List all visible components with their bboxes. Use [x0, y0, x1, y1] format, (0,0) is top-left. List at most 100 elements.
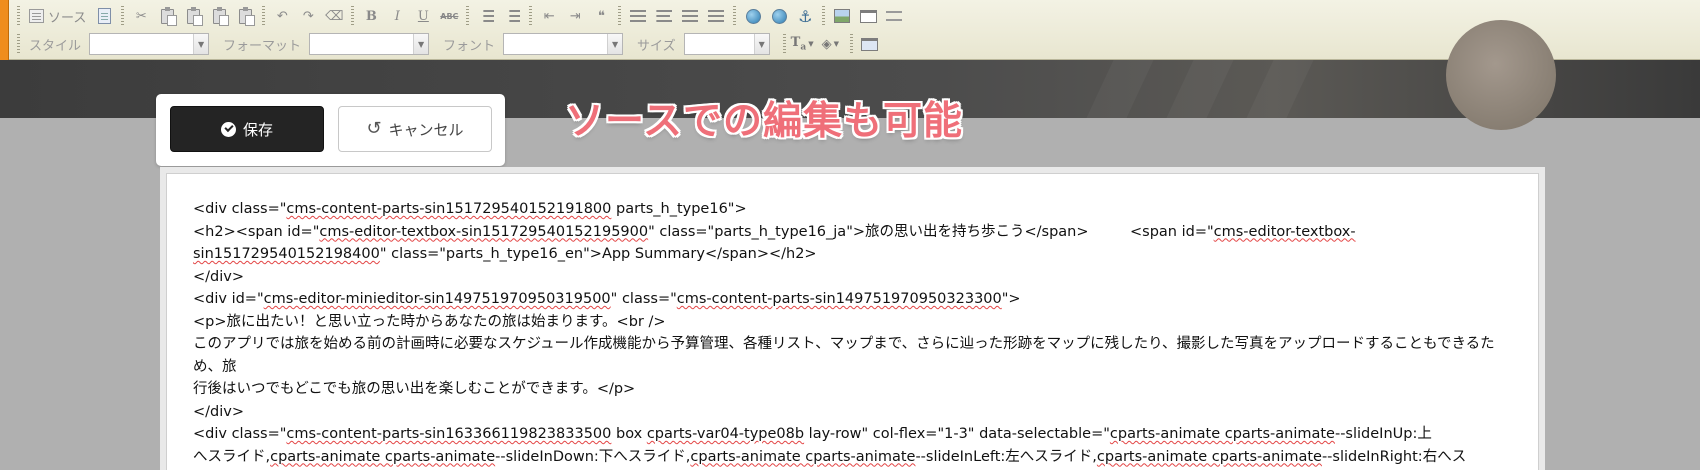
align-right-button[interactable]	[678, 5, 702, 27]
underline-icon: U	[417, 8, 429, 24]
code-text: へスライド,	[193, 448, 271, 465]
outdent-button[interactable]: ⇤	[537, 5, 561, 27]
toolbar-grip[interactable]	[121, 6, 125, 26]
toolbar-grip[interactable]	[17, 34, 20, 54]
code-text: このアプリでは旅を始める前の計画時に必要なスケジュール作成機能から予算管理、各種…	[193, 336, 1495, 375]
show-blocks-button[interactable]	[858, 33, 882, 55]
redo-button[interactable]: ↷	[296, 5, 320, 27]
spellcheck-word: cms-content-parts-sin149751970950323300	[676, 291, 1002, 307]
code-text: <div class="	[193, 426, 287, 442]
image-icon	[834, 9, 851, 23]
code-text: --slideInRight:右へス	[1321, 448, 1467, 465]
paste-word-icon	[238, 6, 255, 26]
toolbar-grip[interactable]	[782, 34, 786, 54]
numbered-list-button[interactable]	[474, 5, 498, 27]
code-text: 行後はいつでもどこでも旅の思い出を楽しむことができます。</p>	[193, 381, 636, 397]
toolbar-grip[interactable]	[17, 6, 20, 26]
toolbar-grip[interactable]	[849, 34, 853, 54]
undo-arrow-icon: ↺	[366, 118, 382, 139]
toolbar-grip[interactable]	[351, 6, 355, 26]
banner-decoration	[1086, 60, 1154, 118]
paste-text-button[interactable]	[207, 5, 231, 27]
banner-decoration	[1166, 60, 1234, 118]
font-select[interactable]: ▼	[503, 33, 624, 55]
font-label: フォント	[443, 38, 496, 54]
cancel-button[interactable]: ↺ キャンセル	[338, 106, 492, 152]
source-editor-frame: <div class="cms-content-parts-sin1517295…	[160, 167, 1545, 470]
source-icon	[29, 9, 44, 23]
chevron-down-icon[interactable]: ▼	[607, 34, 623, 54]
indent-button[interactable]: ⇥	[563, 5, 587, 27]
code-line: <div class="cms-content-parts-sin1517295…	[193, 198, 1518, 221]
spellcheck-word: sin151729540152198400	[193, 246, 380, 262]
banner-decoration	[1246, 60, 1314, 118]
code-text: <h2><span id="	[193, 223, 320, 240]
underline-button[interactable]: U	[411, 5, 435, 27]
unlink-button[interactable]	[767, 5, 791, 27]
paste-text-icon	[212, 6, 229, 26]
cut-button[interactable]: ✂	[129, 5, 153, 27]
iframe-button[interactable]	[856, 5, 880, 27]
remove-format-button[interactable]: ⌫	[322, 5, 346, 27]
strike-button[interactable]: ABC	[437, 5, 461, 27]
paste-word-button[interactable]	[233, 5, 257, 27]
code-text: <div id="	[193, 291, 264, 307]
code-text: " class="parts_h_type16_en">App Summary<…	[379, 246, 817, 262]
code-line: <div class="cms-content-parts-sin1633661…	[193, 423, 1518, 446]
show-blocks-icon	[861, 37, 879, 51]
bold-button[interactable]: B	[359, 5, 383, 27]
paste-icon	[186, 6, 203, 26]
toolbar-grip[interactable]	[733, 6, 737, 26]
format-select[interactable]: ▼	[309, 33, 430, 55]
undo-button[interactable]: ↶	[270, 5, 294, 27]
horizontal-rule-icon	[886, 11, 903, 21]
spellcheck-word: cms-content-parts-sin163366119823833500	[286, 426, 612, 442]
copy-icon	[160, 6, 177, 26]
italic-button[interactable]: I	[385, 5, 409, 27]
chevron-down-icon[interactable]: ▼	[753, 34, 769, 54]
toolbar-grip[interactable]	[466, 6, 470, 26]
source-button[interactable]: ソース	[25, 5, 90, 27]
toolbar-row-1: ソース ✂ ↶ ↷ ⌫ B I U ABC ⇤ ⇥ ❝ ⚓	[14, 3, 906, 29]
toolbar-grip[interactable]	[618, 6, 622, 26]
horizontal-rule-button[interactable]	[882, 5, 906, 27]
toolbar-row-2: スタイル ▼ フォーマット ▼ フォント ▼ サイズ ▼ Ta ▼ ◈ ▼	[14, 31, 882, 57]
save-button[interactable]: 保存	[170, 106, 324, 152]
undo-icon: ↶	[276, 8, 288, 24]
code-line: <div id="cms-editor-minieditor-sin149751…	[193, 288, 1518, 311]
style-select[interactable]: ▼	[89, 33, 210, 55]
chevron-down-icon[interactable]: ▼	[193, 34, 209, 54]
justify-button[interactable]	[704, 5, 728, 27]
align-center-button[interactable]	[652, 5, 676, 27]
paste-button[interactable]	[181, 5, 205, 27]
background-color-button[interactable]: ◈ ▼	[822, 37, 839, 52]
editor-toolbar: ソース ✂ ↶ ↷ ⌫ B I U ABC ⇤ ⇥ ❝ ⚓ スタイル ▼ フォー…	[0, 0, 1700, 60]
spellcheck-word: cms-editor-textbox-sin151729540152195900	[319, 223, 649, 240]
code-text: " class="	[610, 291, 677, 307]
redo-icon: ↷	[302, 8, 314, 24]
copy-button[interactable]	[155, 5, 179, 27]
anchor-button[interactable]: ⚓	[793, 5, 817, 27]
justify-icon	[708, 10, 725, 22]
new-page-button[interactable]	[92, 5, 116, 27]
spellcheck-word: cms-editor-minieditor-sin149751970950319…	[263, 291, 611, 307]
code-line: </div>	[193, 266, 1518, 289]
chevron-down-icon[interactable]: ▼	[413, 34, 429, 54]
eraser-icon: ⌫	[325, 8, 344, 24]
text-color-button[interactable]: Ta ▼	[791, 35, 814, 53]
spellcheck-word: cms-editor-textbox-	[1213, 223, 1356, 240]
size-select[interactable]: ▼	[683, 33, 770, 55]
bulleted-list-button[interactable]	[500, 5, 524, 27]
toolbar-grip[interactable]	[822, 6, 826, 26]
chevron-down-icon: ▼	[808, 40, 814, 48]
anchor-icon: ⚓	[798, 6, 813, 26]
toolbar-grip[interactable]	[262, 6, 266, 26]
link-icon	[745, 8, 761, 24]
link-button[interactable]	[741, 5, 765, 27]
toolbar-grip[interactable]	[529, 6, 533, 26]
blockquote-button[interactable]: ❝	[589, 5, 613, 27]
overlay-caption: ソースでの編集も可能	[565, 99, 964, 144]
align-left-button[interactable]	[626, 5, 650, 27]
source-editor[interactable]: <div class="cms-content-parts-sin1517295…	[166, 173, 1539, 470]
image-button[interactable]	[830, 5, 854, 27]
